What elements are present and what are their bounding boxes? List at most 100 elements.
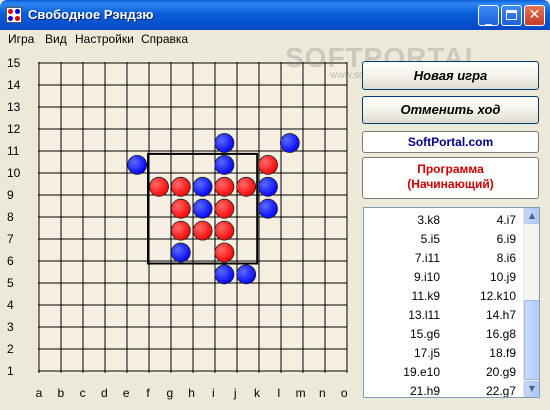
column-label: h — [188, 386, 195, 400]
move-entry: 4.i7 — [496, 213, 516, 227]
blue-stone — [258, 176, 278, 197]
maximize-icon — [502, 6, 521, 25]
row-label: 15 — [7, 56, 21, 70]
new-game-button[interactable]: Новая игра — [362, 61, 539, 90]
row-label: 12 — [7, 122, 21, 136]
move-list[interactable]: 3.k8 4.i7 5.i5 6.i9 7.i11 8.i6 9.i10 10.j9 11.k9… — [363, 207, 540, 398]
move-entry: 10.j9 — [489, 270, 516, 284]
column-label: n — [319, 386, 326, 400]
move-entry: 18.f9 — [489, 346, 516, 360]
column-label: c — [79, 386, 86, 400]
player-level: (Начинающий) — [407, 177, 494, 191]
blue-stone — [127, 155, 148, 175]
menu-help[interactable]: Справка — [141, 32, 188, 46]
move-row[interactable]: 7.i11 8.i6 — [364, 249, 522, 268]
move-row[interactable]: 11.k9 12.k10 — [364, 287, 522, 306]
red-stone — [170, 176, 191, 197]
column-label: l — [277, 386, 281, 400]
red-stone — [214, 220, 235, 241]
blue-stone — [214, 264, 235, 285]
column-label: b — [57, 386, 65, 400]
row-label: 7 — [7, 232, 14, 246]
move-row[interactable]: 17.j5 18.f9 — [364, 344, 522, 363]
red-stone — [170, 220, 191, 241]
column-label: f — [146, 386, 150, 400]
row-label: 10 — [7, 166, 21, 180]
board-grid[interactable] — [38, 62, 348, 374]
maximize-button[interactable] — [501, 5, 522, 26]
scroll-thumb[interactable] — [524, 300, 539, 380]
column-label: o — [340, 386, 348, 400]
row-label: 6 — [7, 254, 14, 268]
column-label: a — [35, 386, 43, 400]
red-stone — [214, 198, 235, 219]
move-entry: 20.g9 — [485, 365, 516, 379]
red-stone — [214, 176, 235, 197]
site-box: SoftPortal.com — [362, 131, 539, 153]
row-label: 1 — [7, 364, 14, 378]
move-entry: 21.h9 — [409, 384, 440, 398]
close-button[interactable]: ✕ — [524, 5, 545, 26]
move-entry: 9.i10 — [413, 270, 440, 284]
blue-stone — [192, 176, 213, 197]
scroll-down-button[interactable]: ▼ — [524, 381, 539, 397]
move-entry: 17.j5 — [413, 346, 440, 360]
menu-game[interactable]: Игра — [8, 32, 34, 46]
column-label: m — [295, 386, 306, 400]
move-row[interactable]: 15.g6 16.g8 — [364, 325, 522, 344]
column-label: j — [233, 386, 237, 400]
player-box: Программа (Начинающий) — [362, 157, 539, 199]
move-entry: 14.h7 — [485, 308, 516, 322]
row-label: 4 — [7, 298, 14, 312]
move-entry: 6.i9 — [496, 232, 516, 246]
window-title: Свободное Рэндзю — [28, 7, 154, 22]
move-entry: 16.g8 — [485, 327, 516, 341]
column-label: g — [166, 386, 174, 400]
minimize-button[interactable]: _ — [478, 5, 499, 26]
row-label: 14 — [7, 78, 21, 92]
red-stone — [236, 176, 257, 197]
player-name: Программа — [417, 162, 484, 176]
move-row[interactable]: 9.i10 10.j9 — [364, 268, 522, 287]
move-entry: 15.g6 — [409, 327, 440, 341]
minimize-icon: _ — [485, 10, 492, 26]
scroll-up-button[interactable]: ▲ — [524, 208, 539, 224]
move-row[interactable]: 13.l11 14.h7 — [364, 306, 522, 325]
move-entry: 19.e10 — [403, 365, 440, 379]
move-row[interactable]: 5.i5 6.i9 — [364, 230, 522, 249]
move-row[interactable]: 19.e10 20.g9 — [364, 363, 522, 382]
row-label: 9 — [7, 188, 14, 202]
move-entry: 5.i5 — [420, 232, 440, 246]
red-stone — [170, 198, 191, 219]
column-label: d — [101, 386, 108, 400]
move-entry: 7.i11 — [414, 251, 440, 265]
blue-stone — [192, 198, 213, 219]
column-label: k — [254, 386, 260, 400]
new-game-label: Новая игра — [413, 68, 488, 83]
row-label: 8 — [7, 210, 14, 224]
move-entry: 12.k10 — [479, 289, 516, 303]
app-icon[interactable] — [6, 7, 22, 23]
column-label: i — [212, 386, 215, 400]
blue-stone — [258, 198, 278, 219]
row-label: 2 — [7, 342, 14, 356]
undo-move-button[interactable]: Отменить ход — [362, 96, 539, 124]
site-label: SoftPortal.com — [407, 135, 494, 149]
menu-bar: Игра Вид Настройки Справка — [4, 30, 546, 48]
blue-stone — [214, 155, 235, 175]
row-label: 13 — [7, 100, 21, 114]
move-list-scrollbar[interactable]: ▲ ▼ — [523, 208, 539, 397]
row-label: 11 — [7, 144, 20, 158]
red-stone — [192, 220, 213, 241]
red-stone — [149, 176, 169, 197]
menu-settings[interactable]: Настройки — [75, 32, 134, 46]
move-entry: 13.l11 — [408, 308, 440, 322]
move-row[interactable]: 21.h9 22.g7 — [364, 382, 522, 398]
red-stone — [214, 242, 235, 263]
game-board[interactable] — [38, 62, 348, 374]
row-label: 5 — [7, 276, 14, 290]
move-row[interactable]: 3.k8 4.i7 — [364, 211, 522, 230]
blue-stone — [236, 264, 257, 285]
move-entry: 3.k8 — [417, 213, 440, 227]
menu-view[interactable]: Вид — [45, 32, 67, 46]
